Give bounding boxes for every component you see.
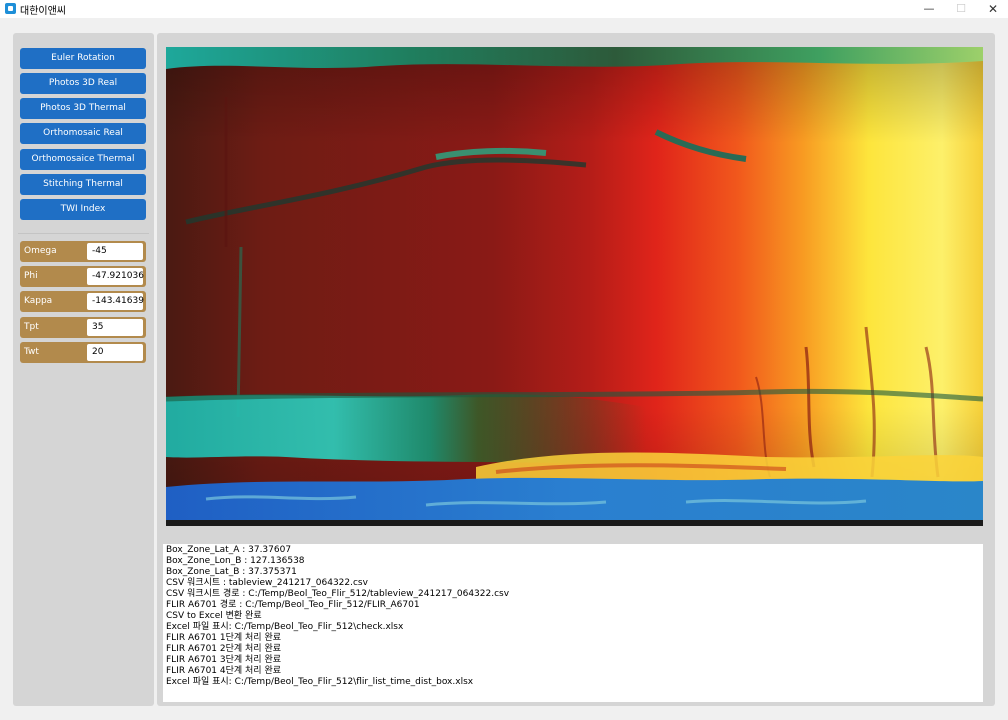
param-kappa: Kappa -143.41639	[20, 291, 146, 312]
log-line: FLIR A6701 4단계 처리 완료	[166, 666, 282, 676]
param-omega-label: Omega	[24, 246, 57, 256]
param-phi: Phi -47.921036	[20, 266, 146, 287]
param-tpt-label: Tpt	[24, 322, 39, 332]
window-title: 대한이앤씨	[20, 6, 66, 17]
title-bar: 대한이앤씨 — ☐ ✕	[0, 0, 1008, 18]
log-line: Box_Zone_Lat_A : 37.37607	[166, 545, 292, 555]
photos-3d-real-button[interactable]: Photos 3D Real	[20, 73, 146, 94]
orthomosaic-real-button[interactable]: Orthomosaic Real	[20, 123, 146, 144]
log-line: CSV 워크시트 : tableview_241217_064322.csv	[166, 578, 368, 588]
log-line: FLIR A6701 2단계 처리 완료	[166, 644, 282, 654]
maximize-button[interactable]: ☐	[946, 1, 976, 17]
param-omega: Omega -45	[20, 241, 146, 262]
param-twt: Twt 20	[20, 342, 146, 363]
log-line: Excel 파일 표시: C:/Temp/Beol_Teo_Flir_512\c…	[166, 622, 404, 632]
thermal-image	[166, 47, 983, 526]
log-line: CSV to Excel 변환 완료	[166, 611, 262, 621]
twi-index-button[interactable]: TWI Index	[20, 199, 146, 220]
tpt-input[interactable]: 35	[87, 319, 143, 336]
param-twt-label: Twt	[24, 347, 39, 357]
log-line: Box_Zone_Lat_B : 37.375371	[166, 567, 297, 577]
orthomosaic-thermal-button[interactable]: Orthomosaice Thermal	[20, 149, 146, 170]
stitching-thermal-button[interactable]: Stitching Thermal	[20, 174, 146, 195]
param-phi-label: Phi	[24, 271, 38, 281]
left-control-panel: Euler Rotation Photos 3D Real Photos 3D …	[13, 33, 154, 706]
euler-rotation-button[interactable]: Euler Rotation	[20, 48, 146, 69]
omega-input[interactable]: -45	[87, 243, 143, 260]
log-line: FLIR A6701 1단계 처리 완료	[166, 633, 282, 643]
log-line: CSV 워크시트 경로 : C:/Temp/Beol_Teo_Flir_512/…	[166, 589, 510, 599]
photos-3d-thermal-button[interactable]: Photos 3D Thermal	[20, 98, 146, 119]
log-line: Box_Zone_Lon_B : 127.136538	[166, 556, 305, 566]
phi-input[interactable]: -47.921036	[87, 268, 144, 285]
param-tpt: Tpt 35	[20, 317, 146, 338]
minimize-button[interactable]: —	[914, 1, 944, 17]
kappa-input[interactable]: -143.41639	[87, 293, 144, 310]
log-line: FLIR A6701 경로 : C:/Temp/Beol_Teo_Flir_51…	[166, 600, 420, 610]
log-line: FLIR A6701 3단계 처리 완료	[166, 655, 282, 665]
twt-input[interactable]: 20	[87, 344, 143, 361]
log-output[interactable]: Box_Zone_Lat_A : 37.37607 Box_Zone_Lon_B…	[163, 544, 983, 702]
close-button[interactable]: ✕	[978, 1, 1008, 17]
param-kappa-label: Kappa	[24, 296, 53, 306]
app-icon	[5, 3, 16, 14]
log-line: Excel 파일 표시: C:/Temp/Beol_Teo_Flir_512\f…	[166, 677, 474, 687]
